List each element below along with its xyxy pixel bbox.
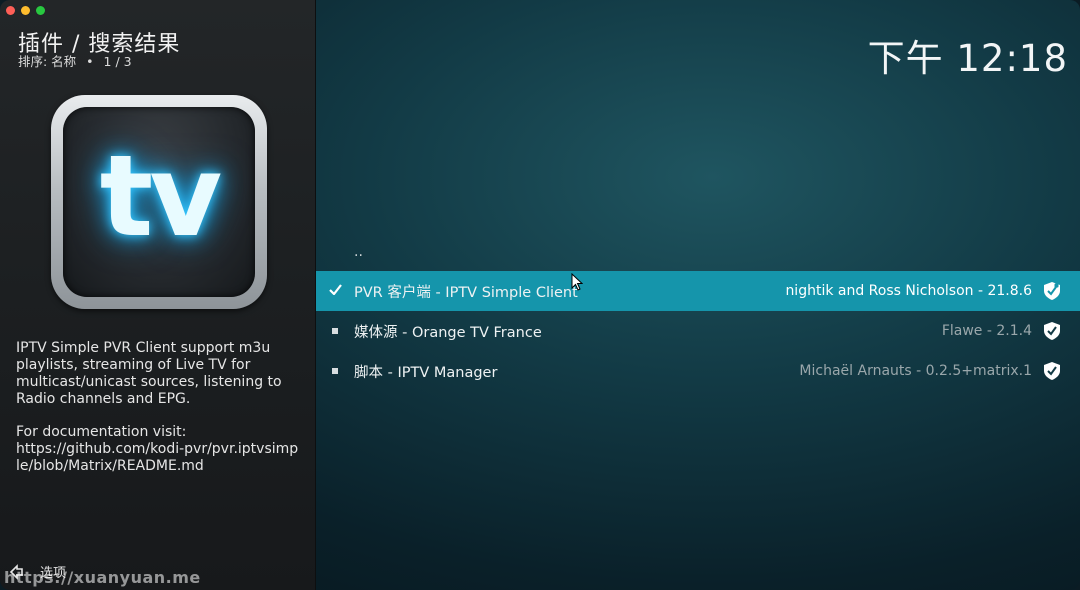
doc-intro: For documentation visit: xyxy=(16,424,187,440)
window-controls xyxy=(6,6,45,15)
bullet-icon xyxy=(328,328,342,334)
maximize-window-button[interactable] xyxy=(36,6,45,15)
check-shield-icon xyxy=(1044,362,1060,380)
addon-description: IPTV Simple PVR Client support m3u playl… xyxy=(16,340,302,491)
addon-name: PVR 客户端 - IPTV Simple Client xyxy=(354,284,578,301)
list-item[interactable]: 媒体源 - Orange TV France Flawe - 2.1.4 xyxy=(316,311,1080,351)
addon-name: 脚本 - IPTV Manager xyxy=(354,364,498,381)
addon-tv-icon: tv xyxy=(51,95,267,309)
page-count: 1 / 3 xyxy=(103,54,132,69)
documentation-block: For documentation visit: https://github.… xyxy=(16,424,302,475)
sort-info: 排序: 名称 • 1 / 3 xyxy=(18,51,132,70)
addon-name: 媒体源 - Orange TV France xyxy=(354,324,542,341)
close-window-button[interactable] xyxy=(6,6,15,15)
sort-label: 排序: 名称 xyxy=(18,54,77,69)
list-item[interactable]: PVR 客户端 - IPTV Simple Client nightik and… xyxy=(316,271,1080,311)
list-item[interactable]: 脚本 - IPTV Manager Michaël Arnauts - 0.2.… xyxy=(316,351,1080,391)
check-icon xyxy=(328,283,342,299)
results-list: .. PVR 客户端 - IPTV Simple Client nightik … xyxy=(316,232,1080,391)
addon-author-version: nightik and Ross Nicholson - 21.8.6 xyxy=(785,283,1032,299)
check-shield-icon xyxy=(1044,322,1060,340)
doc-url: https://github.com/kodi-pvr/pvr.iptvsimp… xyxy=(16,441,299,474)
description-summary: IPTV Simple PVR Client support m3u playl… xyxy=(16,340,282,407)
clock: 下午 12:18 xyxy=(867,37,1068,80)
kodi-window: 插件 / 搜索结果 排序: 名称 • 1 / 3 tv IPTV Simple … xyxy=(0,0,1080,590)
addon-icon-text: tv xyxy=(99,132,223,262)
watermark: https://xuanyuan.me xyxy=(4,568,201,587)
parent-folder-label: .. xyxy=(354,244,363,260)
bullet-icon xyxy=(328,368,342,374)
mouse-cursor-icon xyxy=(571,273,583,291)
parent-folder-item[interactable]: .. xyxy=(316,232,1080,271)
update-shield-icon xyxy=(1044,282,1060,300)
separator-dot: • xyxy=(86,54,94,69)
info-panel: 插件 / 搜索结果 排序: 名称 • 1 / 3 tv IPTV Simple … xyxy=(0,0,316,590)
addon-author-version: Michaël Arnauts - 0.2.5+matrix.1 xyxy=(799,363,1032,379)
addon-author-version: Flawe - 2.1.4 xyxy=(941,323,1032,339)
minimize-window-button[interactable] xyxy=(21,6,30,15)
